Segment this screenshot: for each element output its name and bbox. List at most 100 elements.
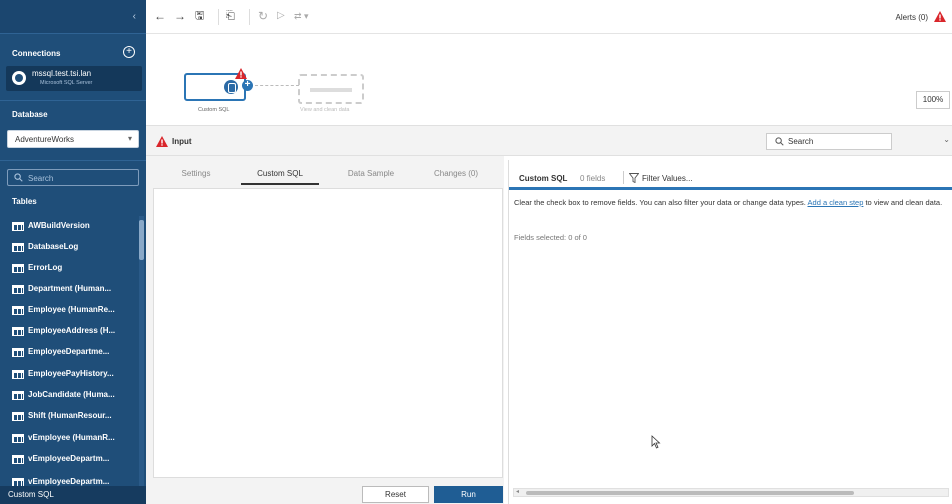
filter-values-button[interactable]: Filter Values...: [642, 174, 693, 183]
back-icon[interactable]: ←: [154, 10, 166, 22]
warning-icon: [235, 68, 247, 79]
paste-icon[interactable]: ⎗: [226, 10, 235, 22]
table-item[interactable]: AWBuildVersion: [0, 216, 138, 236]
sidebar-footer[interactable]: Custom SQL: [0, 486, 146, 504]
table-icon: [12, 264, 24, 273]
table-label: ErrorLog: [28, 263, 63, 272]
zoom-level[interactable]: 100%: [916, 91, 950, 109]
table-list-scrollbar[interactable]: [139, 216, 144, 486]
table-item[interactable]: vEmployee (HumanR...: [0, 428, 138, 448]
table-icon: [12, 243, 24, 252]
table-icon: [12, 370, 24, 379]
table-item[interactable]: Employee (HumanRe...: [0, 300, 138, 320]
tab-custom-sql[interactable]: Custom SQL: [240, 169, 320, 178]
search-icon: [14, 173, 23, 182]
fields-panel-header: Custom SQL 0 fields Filter Values...: [509, 160, 952, 190]
tab-settings[interactable]: Settings: [156, 169, 236, 178]
scrollbar-thumb[interactable]: [526, 491, 854, 495]
table-icon: [12, 222, 24, 231]
table-label: JobCandidate (Huma...: [28, 390, 115, 399]
table-item[interactable]: EmployeeAddress (H...: [0, 321, 138, 341]
table-item[interactable]: vEmployeeDepartm...: [0, 472, 138, 486]
table-item[interactable]: DatabaseLog: [0, 237, 138, 257]
table-icon: [12, 327, 24, 336]
alerts-label[interactable]: Alerts (0): [896, 13, 928, 22]
table-icon: [12, 306, 24, 315]
mouse-cursor-icon: [651, 435, 661, 449]
field-search-placeholder: Search: [788, 137, 814, 146]
flow-canvas[interactable]: + Custom SQL View and clean data 100%: [146, 34, 952, 125]
placeholder-label: View and clean data: [300, 107, 350, 113]
collapse-sidebar-icon[interactable]: ‹: [133, 11, 136, 22]
chevron-down-icon: ▾: [127, 134, 132, 143]
table-icon: [12, 455, 24, 464]
divider: [0, 160, 146, 161]
add-connection-icon[interactable]: +: [123, 46, 135, 58]
table-icon: [12, 478, 24, 486]
table-label: Employee (HumanRe...: [28, 305, 115, 314]
connection-name: mssql.test.tsi.lan: [32, 69, 92, 78]
input-title: Input: [172, 137, 192, 146]
connections-heading: Connections: [12, 49, 61, 58]
header-divider: [623, 171, 624, 184]
sidebar: ‹ Connections + mssql.test.tsi.lan Micro…: [0, 0, 146, 504]
field-search-input[interactable]: Search: [766, 133, 892, 150]
field-count: 0 fields: [580, 174, 606, 183]
table-item[interactable]: Department (Human...: [0, 279, 138, 299]
table-label: vEmployeeDepartm...: [28, 454, 110, 463]
tab-data-sample[interactable]: Data Sample: [331, 169, 411, 178]
description-text: to view and clean data.: [863, 198, 943, 207]
add-clean-step-link[interactable]: Add a clean step: [808, 198, 864, 207]
refresh-icon[interactable]: ↻: [258, 10, 268, 22]
reset-button[interactable]: Reset: [362, 486, 429, 503]
toolbar: ← → 🖫 ⎗ ↻ ▷ ⇄ ▾ Alerts (0): [146, 0, 952, 34]
table-icon: [12, 412, 24, 421]
run-button[interactable]: Run: [434, 486, 503, 503]
filter-icon[interactable]: [629, 173, 639, 183]
description-text: Clear the check box to remove fields. Yo…: [514, 198, 808, 207]
scroll-left-icon[interactable]: ◂: [516, 488, 519, 495]
warning-icon[interactable]: [934, 11, 946, 22]
scrollbar-thumb[interactable]: [139, 220, 144, 260]
table-item[interactable]: Shift (HumanResour...: [0, 406, 138, 426]
table-icon: [12, 348, 24, 357]
chevron-down-icon[interactable]: ⌄: [943, 135, 950, 144]
run-menu-icon[interactable]: ⇄ ▾: [294, 10, 309, 22]
connection-item[interactable]: mssql.test.tsi.lan Microsoft SQL Server: [6, 66, 142, 91]
table-item[interactable]: EmployeePayHistory...: [0, 364, 138, 384]
connector-line: [255, 85, 299, 86]
table-label: Shift (HumanResour...: [28, 411, 112, 420]
database-select[interactable]: AdventureWorks ▾: [7, 130, 139, 148]
table-item[interactable]: vEmployeeDepartm...: [0, 449, 138, 469]
fields-description: Clear the check box to remove fields. Yo…: [514, 197, 946, 208]
table-item[interactable]: ErrorLog: [0, 258, 138, 278]
fields-panel: Custom SQL 0 fields Filter Values... Cle…: [508, 160, 952, 504]
table-item[interactable]: JobCandidate (Huma...: [0, 385, 138, 405]
toolbar-divider: [218, 9, 219, 25]
table-icon: [12, 285, 24, 294]
placeholder-bar: [310, 88, 352, 92]
table-label: EmployeeAddress (H...: [28, 326, 116, 335]
warning-icon: [156, 136, 168, 147]
table-item[interactable]: EmployeeDepartme...: [0, 342, 138, 362]
table-search-input[interactable]: Search: [7, 169, 139, 186]
forward-icon[interactable]: →: [174, 10, 186, 22]
add-step-icon[interactable]: +: [242, 80, 253, 91]
table-icon: [12, 434, 24, 443]
horizontal-scrollbar[interactable]: ◂: [513, 488, 949, 497]
run-icon[interactable]: ▷: [277, 10, 285, 22]
table-label: EmployeeDepartme...: [28, 347, 110, 356]
save-icon[interactable]: 🖫: [195, 10, 204, 22]
clean-step-placeholder[interactable]: [298, 74, 364, 104]
tab-changes[interactable]: Changes (0): [416, 169, 496, 178]
table-label: Department (Human...: [28, 284, 112, 293]
search-icon: [775, 137, 784, 146]
active-tab-indicator: [241, 183, 319, 185]
node-label: Custom SQL: [198, 107, 230, 113]
table-label: AWBuildVersion: [28, 221, 90, 230]
custom-sql-editor[interactable]: [153, 188, 503, 478]
table-label: DatabaseLog: [28, 242, 79, 251]
table-label: EmployeePayHistory...: [28, 369, 114, 378]
database-select-value: AdventureWorks: [15, 135, 74, 144]
table-icon: [12, 391, 24, 400]
